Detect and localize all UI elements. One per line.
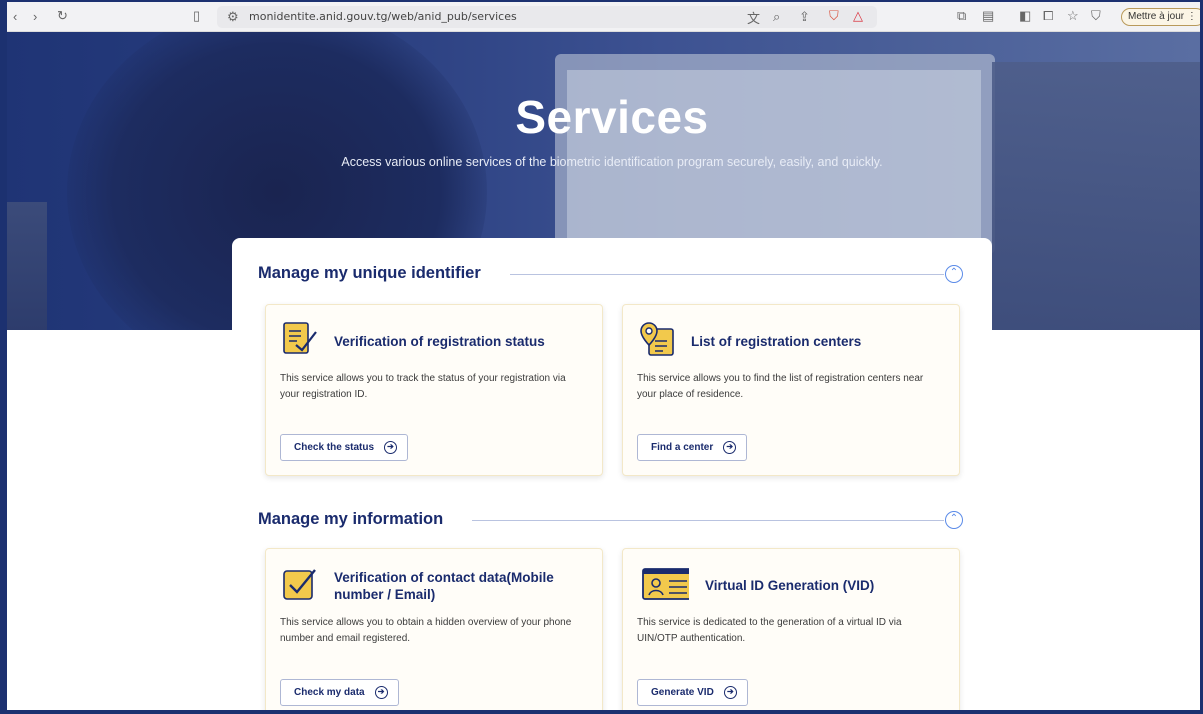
check-my-data-button[interactable]: Check my data ➔	[280, 679, 399, 706]
page-subtitle: Access various online services of the bi…	[341, 155, 883, 169]
card-title: Virtual ID Generation (VID)	[705, 578, 875, 593]
site-settings-icon[interactable]: ⚙	[227, 9, 239, 25]
id-card-icon	[642, 568, 689, 600]
zoom-icon[interactable]: ⌕	[773, 9, 780, 25]
screen-frame: ‹ › ↻ ▯ ⚙ monidentite.anid.gouv.tg/web/a…	[0, 0, 1203, 714]
sidebar-toggle-icon[interactable]: ▯	[193, 8, 200, 24]
section-title: Manage my information	[258, 509, 444, 528]
card-title: Verification of contact data(Mobile numb…	[334, 570, 554, 602]
find-center-button[interactable]: Find a center ➔	[637, 434, 748, 461]
service-card-registration-status: Verification of registration status This…	[265, 304, 603, 476]
service-card-virtual-id: Virtual ID Generation (VID) This service…	[622, 548, 960, 710]
section-title: Manage my unique identifier	[258, 263, 481, 282]
service-card-contact-data: Verification of contact data(Mobile numb…	[265, 548, 603, 710]
checkbox-icon	[283, 569, 316, 600]
wallet-icon[interactable]: ⛉	[1091, 8, 1101, 24]
card-title: Verification of registration status	[334, 334, 545, 349]
check-status-button[interactable]: Check the status ➔	[280, 434, 409, 461]
collapse-section-button[interactable]: ⌃	[945, 265, 963, 283]
shield-icon[interactable]: ⛉	[829, 8, 839, 24]
update-button[interactable]: Mettre à jour ⋮	[1121, 8, 1200, 26]
button-label: Check my data	[294, 687, 365, 698]
service-card-registration-centers: List of registration centers This servic…	[622, 304, 960, 476]
arrow-right-icon: ➔	[374, 686, 388, 699]
section-header-my-information: Manage my information	[258, 508, 443, 530]
split-view-icon[interactable]: ◧	[1019, 8, 1031, 24]
address-bar[interactable]: ⚙ monidentite.anid.gouv.tg/web/anid_pub/…	[217, 6, 877, 28]
arrow-right-icon: ➔	[723, 441, 737, 454]
button-label: Find a center	[651, 442, 714, 453]
browser-toolbar: ‹ › ↻ ▯ ⚙ monidentite.anid.gouv.tg/web/a…	[7, 2, 1200, 32]
url-text: monidentite.anid.gouv.tg/web/anid_pub/se…	[249, 10, 517, 23]
page-title: Services	[515, 91, 709, 143]
card-description: This service allows you to obtain a hidd…	[280, 617, 572, 644]
arrow-right-icon: ➔	[384, 441, 398, 454]
section-header-unique-identifier: Manage my unique identifier	[258, 262, 481, 284]
screenshot-icon[interactable]: ⧠	[1043, 8, 1053, 24]
generate-vid-button[interactable]: Generate VID ➔	[637, 679, 748, 706]
card-title: List of registration centers	[691, 334, 862, 349]
button-label: Generate VID	[651, 687, 714, 698]
map-pin-icon	[640, 322, 674, 356]
bookmark-icon[interactable]: ☆	[1067, 8, 1079, 24]
card-description: This service allows you to find the list…	[637, 373, 924, 400]
section-divider	[510, 274, 944, 275]
arrow-right-icon: ➔	[723, 686, 737, 699]
document-check-icon	[283, 322, 317, 354]
forward-icon[interactable]: ›	[33, 8, 37, 24]
reload-icon[interactable]: ↻	[57, 8, 68, 24]
card-description: This service allows you to track the sta…	[280, 373, 566, 400]
card-description: This service is dedicated to the generat…	[637, 617, 902, 644]
browser-window: ‹ › ↻ ▯ ⚙ monidentite.anid.gouv.tg/web/a…	[7, 2, 1200, 710]
translate-icon[interactable]: 文	[747, 9, 760, 26]
back-icon[interactable]: ‹	[13, 8, 17, 24]
share-icon[interactable]: ⇪	[799, 9, 810, 25]
hero-photo-edge	[7, 202, 47, 330]
extensions-icon[interactable]: ⧉	[957, 8, 966, 24]
warning-icon[interactable]: △	[853, 8, 863, 24]
collapse-section-button[interactable]: ⌃	[945, 511, 963, 529]
section-divider	[472, 520, 944, 521]
button-label: Check the status	[294, 442, 375, 453]
services-panel: Manage my unique identifier ⌃ Verificati…	[232, 238, 992, 710]
reader-icon[interactable]: ▤	[982, 8, 994, 24]
